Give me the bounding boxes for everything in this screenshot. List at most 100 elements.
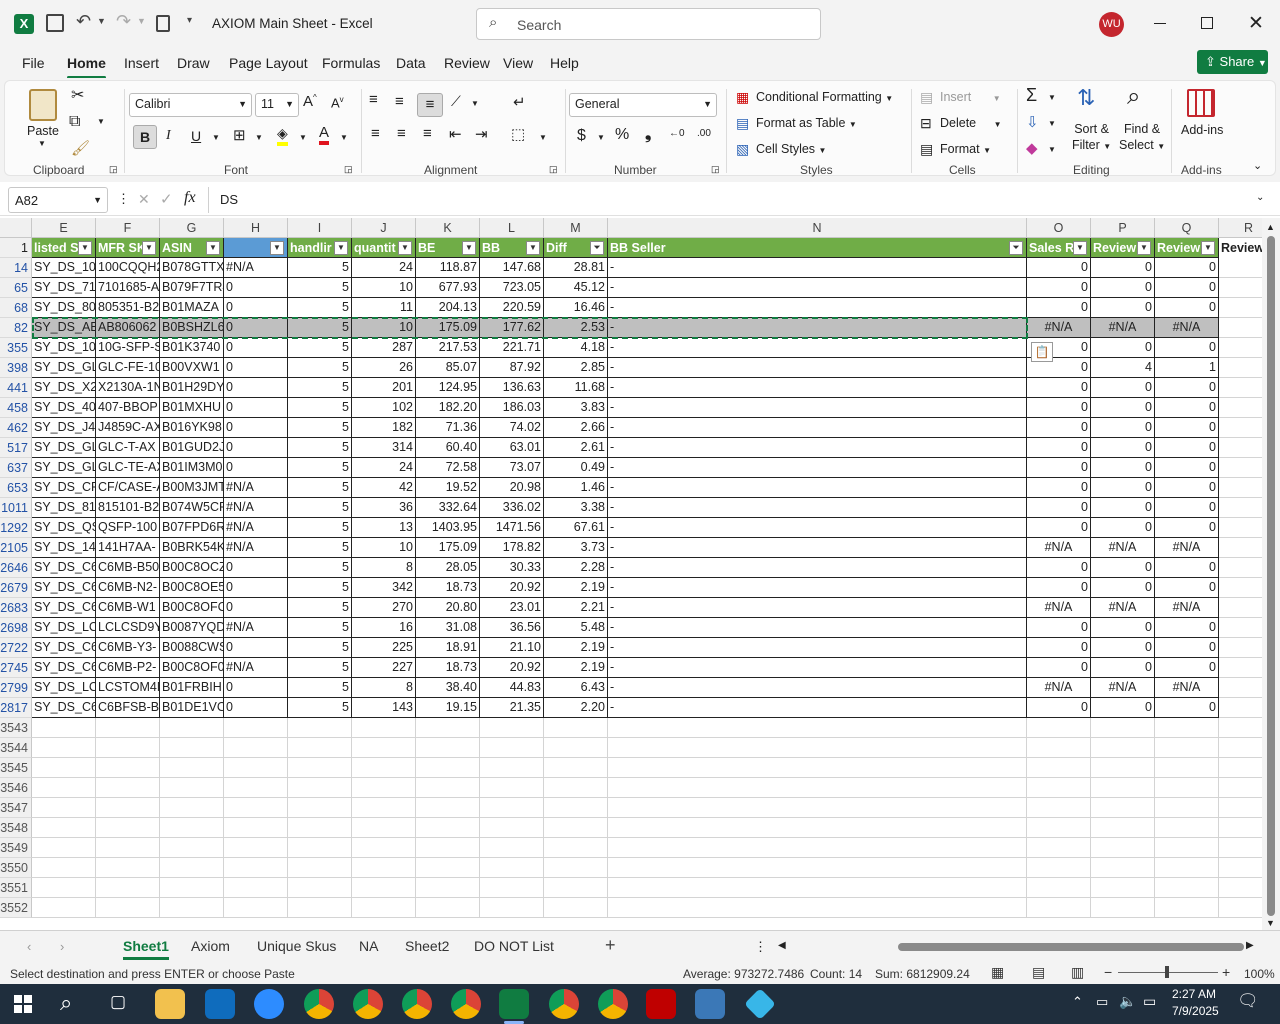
table-cell[interactable]: #N/A [1091, 598, 1155, 618]
delete-cells-button[interactable]: Delete ▼ [940, 116, 1002, 130]
sheet-tab-unique-skus[interactable]: Unique Skus [257, 938, 336, 954]
empty-cell[interactable] [288, 818, 352, 838]
table-cell[interactable]: 10 [352, 538, 416, 558]
empty-cell[interactable] [288, 718, 352, 738]
sort-filter-button[interactable]: Sort & Filter ▼ [1072, 121, 1111, 155]
currency-icon[interactable]: $ [577, 127, 586, 145]
number-launcher-icon[interactable]: ◲ [711, 164, 720, 175]
addins-button[interactable]: Add-ins [1181, 123, 1223, 137]
empty-cell[interactable] [1027, 778, 1091, 798]
row-header[interactable]: 2817 [0, 698, 32, 718]
empty-cell[interactable] [608, 878, 1027, 898]
table-cell[interactable]: 0 [1027, 478, 1091, 498]
increase-indent-icon[interactable]: ⇥ [475, 125, 488, 143]
table-cell[interactable]: 175.09 [416, 538, 480, 558]
conditional-formatting-button[interactable]: Conditional Formatting ▼ [756, 90, 893, 104]
table-cell[interactable]: 5 [288, 398, 352, 418]
table-cell[interactable]: 0 [1091, 278, 1155, 298]
clear-dropdown-icon[interactable]: ▼ [1048, 145, 1056, 154]
orientation-icon[interactable]: ⟋ [451, 93, 461, 110]
table-cell[interactable]: SY_DS_GL [32, 458, 96, 478]
table-cell[interactable]: 336.02 [480, 498, 544, 518]
table-cell[interactable]: 0 [1155, 278, 1219, 298]
table-cell[interactable]: SY_DS_710 [32, 278, 96, 298]
table-cell[interactable]: 24 [352, 458, 416, 478]
table-cell[interactable]: 332.64 [416, 498, 480, 518]
table-cell[interactable]: - [608, 678, 1027, 698]
table-cell[interactable]: #N/A [1091, 678, 1155, 698]
zoom-slider-thumb[interactable] [1165, 966, 1169, 978]
empty-cell[interactable] [1027, 738, 1091, 758]
empty-cell[interactable] [1219, 498, 1262, 518]
conditional-formatting-icon[interactable]: ▦ [736, 89, 749, 106]
table-header-cell[interactable]: handlir ▼ [288, 238, 352, 258]
empty-cell[interactable] [480, 858, 544, 878]
app-diamond-icon[interactable] [744, 988, 776, 1020]
row-header[interactable]: 3549 [0, 838, 32, 858]
table-cell[interactable]: 2.20 [544, 698, 608, 718]
table-cell[interactable]: B00C8OE5 [160, 578, 224, 598]
table-cell[interactable]: SY_DS_815 [32, 498, 96, 518]
table-cell[interactable]: 1.46 [544, 478, 608, 498]
empty-cell[interactable] [1027, 798, 1091, 818]
table-cell[interactable]: 102 [352, 398, 416, 418]
save-icon[interactable] [46, 14, 64, 32]
table-cell[interactable]: B0087YQD [160, 618, 224, 638]
empty-cell[interactable] [544, 718, 608, 738]
table-cell[interactable]: - [608, 298, 1027, 318]
empty-cell[interactable] [480, 758, 544, 778]
empty-cell[interactable] [288, 798, 352, 818]
table-cell[interactable]: 0 [224, 358, 288, 378]
empty-cell[interactable] [1155, 818, 1219, 838]
filter-dropdown-icon[interactable]: ▼ [334, 241, 348, 255]
table-cell[interactable]: 0.49 [544, 458, 608, 478]
table-cell[interactable]: 141H7AA- [96, 538, 160, 558]
table-cell[interactable]: 0 [1027, 258, 1091, 278]
empty-cell[interactable] [1219, 518, 1262, 538]
chrome-profile-4-icon[interactable] [451, 989, 481, 1019]
table-cell[interactable]: #N/A [224, 658, 288, 678]
table-cell[interactable]: #N/A [1027, 318, 1091, 338]
empty-cell[interactable] [1091, 778, 1155, 798]
table-cell[interactable]: 0 [1155, 378, 1219, 398]
table-cell[interactable]: 677.93 [416, 278, 480, 298]
copy-dropdown-icon[interactable]: ▼ [97, 117, 105, 126]
table-cell[interactable]: 182.20 [416, 398, 480, 418]
table-cell[interactable]: 0 [1091, 478, 1155, 498]
calculator-app-icon[interactable] [695, 989, 725, 1019]
row-header[interactable]: 1 [0, 238, 32, 258]
table-cell[interactable]: SY_DS_C6 [32, 558, 96, 578]
addins-icon[interactable] [1187, 89, 1215, 117]
table-cell[interactable]: 5 [288, 438, 352, 458]
scroll-up-icon[interactable]: ▲ [1266, 222, 1275, 232]
empty-cell[interactable] [1219, 718, 1262, 738]
table-cell[interactable]: 0 [224, 438, 288, 458]
menu-review[interactable]: Review [444, 55, 490, 71]
table-cell[interactable]: 87.92 [480, 358, 544, 378]
filter-dropdown-icon[interactable]: ▼ [398, 241, 412, 255]
table-cell[interactable]: 5 [288, 338, 352, 358]
table-cell[interactable]: SY_DS_CF [32, 478, 96, 498]
row-header[interactable]: 3547 [0, 798, 32, 818]
table-cell[interactable]: B078GTTX [160, 258, 224, 278]
empty-cell[interactable] [1219, 738, 1262, 758]
table-cell[interactable]: 0 [224, 378, 288, 398]
table-cell[interactable]: 0 [1027, 638, 1091, 658]
empty-cell[interactable] [32, 778, 96, 798]
empty-cell[interactable] [32, 758, 96, 778]
empty-cell[interactable] [608, 758, 1027, 778]
empty-cell[interactable] [416, 838, 480, 858]
table-cell[interactable]: 0 [1091, 258, 1155, 278]
empty-cell[interactable] [1219, 258, 1262, 278]
empty-cell[interactable] [1219, 298, 1262, 318]
paste-options-icon[interactable]: 📋 [1031, 342, 1053, 362]
show-hidden-icons-icon[interactable]: ⌃ [1072, 994, 1083, 1010]
font-name-select[interactable]: Calibri ▼ [129, 93, 252, 117]
borders-icon[interactable]: ⊞ [233, 126, 246, 144]
table-cell[interactable]: 2.21 [544, 598, 608, 618]
more-options-icon[interactable]: ⋮ [117, 191, 130, 207]
paste-dropdown-icon[interactable]: ▼ [38, 139, 46, 148]
table-header-cell[interactable]: BB ▼ [480, 238, 544, 258]
fill-color-icon[interactable]: ◈ [277, 125, 288, 146]
menu-help[interactable]: Help [550, 55, 579, 71]
